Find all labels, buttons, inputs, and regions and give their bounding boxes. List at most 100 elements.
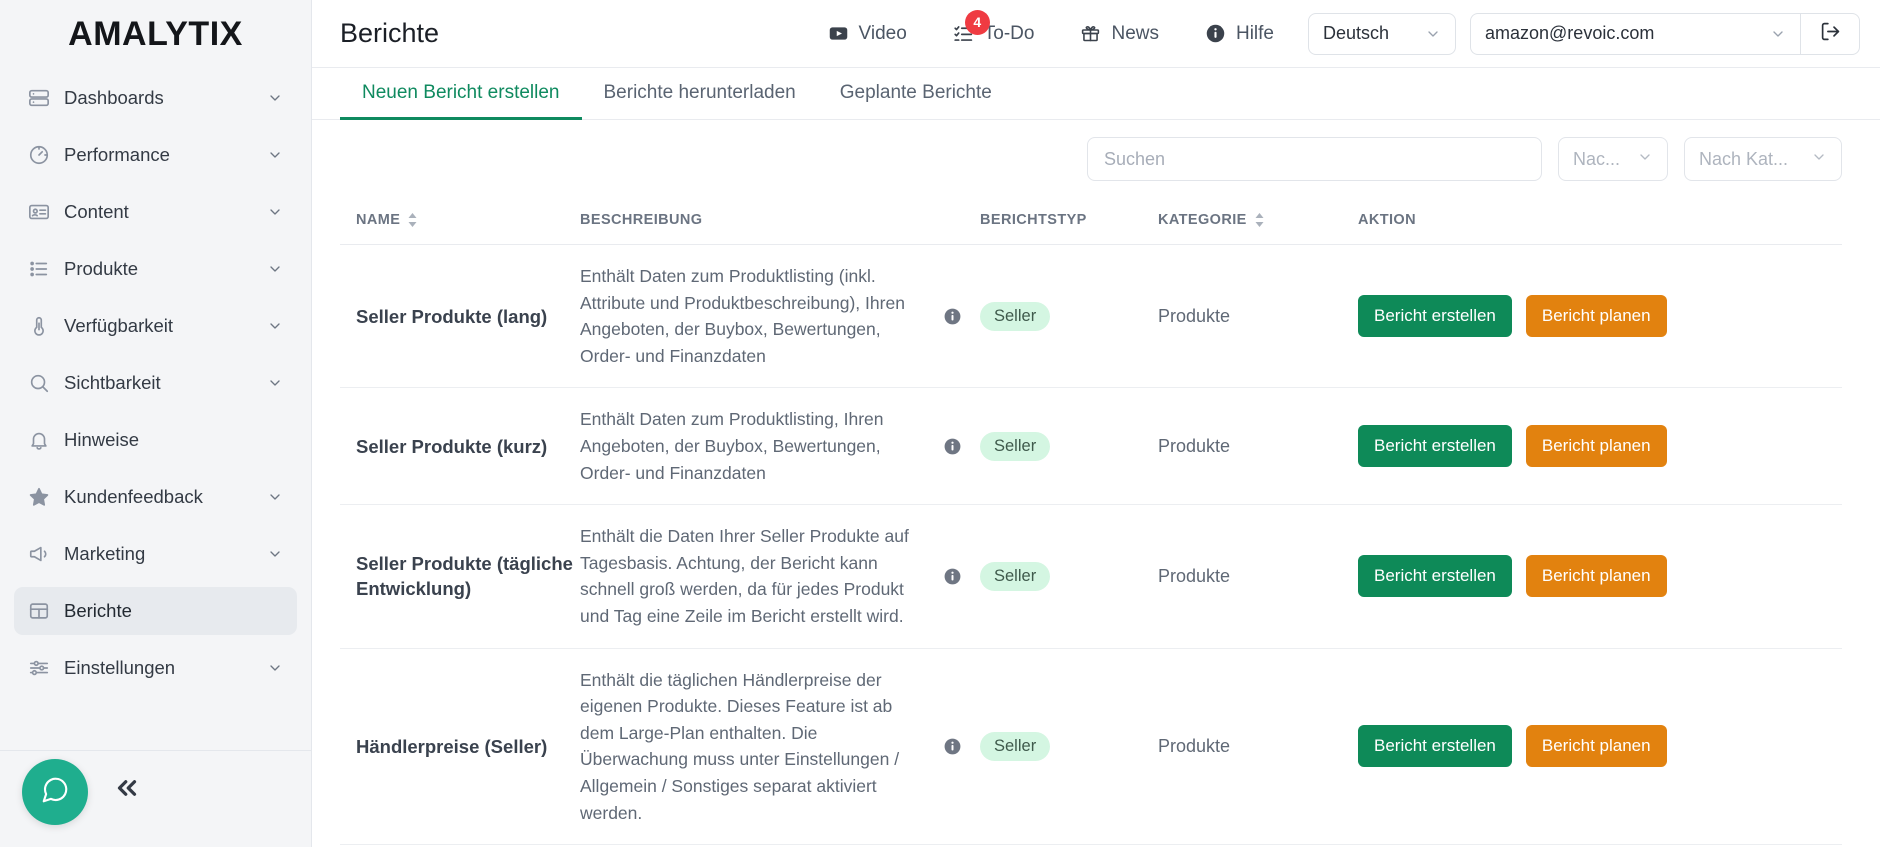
chevron-down-icon[interactable] <box>267 546 283 562</box>
column-header-label: NAME <box>356 212 401 228</box>
table-row: Seller Produkte (kurz) Enthält Daten zum … <box>340 387 1842 506</box>
sidebar-item-marketing[interactable]: Marketing <box>14 530 297 578</box>
top-link-to-do[interactable]: 4 To-Do <box>953 9 1035 45</box>
sidebar-item-verf-gbarkeit[interactable]: Verfügbarkeit <box>14 302 297 350</box>
tab-label: Neuen Bericht erstellen <box>362 81 560 103</box>
chevron-down-icon[interactable] <box>267 147 283 163</box>
notification-badge: 4 <box>964 9 990 35</box>
chevron-down-icon[interactable] <box>267 318 283 334</box>
column-header-act: AKTION <box>1358 198 1842 245</box>
sidebar-item-label: Content <box>64 201 129 222</box>
top-link-label: News <box>1111 22 1159 44</box>
sidebar-item-content[interactable]: Content <box>14 188 297 236</box>
sidebar-item-berichte[interactable]: Berichte <box>14 587 297 635</box>
create-report-button[interactable]: Bericht erstellen <box>1358 725 1512 768</box>
sidebar: AMALYTIX Dashboards Performance Content Pro… <box>0 0 312 847</box>
table-toolbar: Suchen Nac... Nach Kat... <box>312 120 1880 198</box>
cell-description: Enthält Daten zum Produktlisting, Ihren … <box>580 387 980 506</box>
create-report-button[interactable]: Bericht erstellen <box>1358 295 1512 338</box>
sidebar-item-hinweise[interactable]: Hinweise <box>14 416 297 464</box>
sidebar-item-label: Produkte <box>64 258 139 279</box>
bell-icon <box>28 429 50 451</box>
chevron-down-icon <box>1811 149 1827 170</box>
cell-report-type: Seller <box>980 648 1158 846</box>
sidebar-item-sichtbarkeit[interactable]: Sichtbarkeit <box>14 359 297 407</box>
help-chat-button[interactable] <box>22 759 88 825</box>
chevron-down-icon[interactable] <box>267 489 283 505</box>
page-title: Berichte <box>340 18 440 48</box>
create-report-button[interactable]: Bericht erstellen <box>1358 425 1512 468</box>
tab-geplante-berichte[interactable]: Geplante Berichte <box>818 68 1014 120</box>
chevron-down-icon[interactable] <box>267 90 283 106</box>
top-link-label: To-Do <box>983 22 1035 44</box>
description-text: Enthält die täglichen Händlerpreise der … <box>580 669 900 823</box>
schedule-report-button[interactable]: Bericht planen <box>1525 725 1667 768</box>
chat-bubble-icon <box>40 775 70 810</box>
language-selector[interactable]: Deutsch <box>1308 12 1456 55</box>
schedule-report-button[interactable]: Bericht planen <box>1525 555 1667 598</box>
filter-category-value: Nach Kat... <box>1699 148 1789 169</box>
chevron-down-icon[interactable] <box>267 204 283 220</box>
thermometer-icon <box>28 315 50 337</box>
info-icon[interactable] <box>943 737 962 756</box>
sidebar-item-produkte[interactable]: Produkte <box>14 245 297 293</box>
app-root: AMALYTIX Dashboards Performance Content Pro… <box>0 0 1880 847</box>
sidebar-item-performance[interactable]: Performance <box>14 131 297 179</box>
search-input[interactable]: Suchen <box>1087 137 1542 181</box>
tab-neuen-bericht-erstellen[interactable]: Neuen Bericht erstellen <box>340 68 582 120</box>
cell-report-name: Seller Produkte (lang) <box>340 244 580 389</box>
column-header-label: BESCHREIBUNG <box>580 212 703 228</box>
tab-label: Berichte herunterladen <box>603 81 796 103</box>
table-row: Händlerpreise (Seller) Enthält die täglic… <box>340 648 1842 846</box>
info-icon[interactable] <box>943 437 962 456</box>
column-header-cat[interactable]: KATEGORIE <box>1158 198 1358 245</box>
sort-arrows-icon[interactable] <box>1254 212 1265 228</box>
schedule-report-button[interactable]: Bericht planen <box>1525 295 1667 338</box>
column-header-type: BERICHTSTYP <box>980 198 1158 245</box>
video-icon <box>828 23 849 44</box>
column-header-name[interactable]: NAME <box>340 198 580 245</box>
filter-by-category-select[interactable]: Nach Kat... <box>1684 137 1842 181</box>
chevron-down-icon[interactable] <box>267 261 283 277</box>
top-link-video[interactable]: Video <box>828 23 907 45</box>
sidebar-item-dashboards[interactable]: Dashboards <box>14 74 297 122</box>
list-icon <box>28 258 50 280</box>
create-report-button[interactable]: Bericht erstellen <box>1358 555 1512 598</box>
sidebar-item-einstellungen[interactable]: Einstellungen <box>14 644 297 692</box>
logout-icon <box>1820 21 1841 47</box>
logout-button[interactable] <box>1800 12 1860 55</box>
sidebar-item-label: Dashboards <box>64 87 164 108</box>
cell-category: Produkte <box>1158 648 1358 846</box>
cell-description: Enthält die Daten Ihrer Seller Produkte … <box>580 504 980 649</box>
search-placeholder: Suchen <box>1104 148 1166 169</box>
sidebar-item-label: Kundenfeedback <box>64 486 203 507</box>
sort-arrows-icon[interactable] <box>407 212 418 228</box>
account-selector[interactable]: amazon@revoic.com <box>1470 12 1800 55</box>
sidebar-divider <box>0 750 311 751</box>
cell-report-type: Seller <box>980 244 1158 389</box>
top-link-news[interactable]: News <box>1080 23 1159 45</box>
filter-by-type-select[interactable]: Nac... <box>1558 137 1668 181</box>
sidebar-item-kundenfeedback[interactable]: Kundenfeedback <box>14 473 297 521</box>
table-icon <box>28 600 50 622</box>
double-chevron-left-icon <box>112 780 142 807</box>
tab-berichte-herunterladen[interactable]: Berichte herunterladen <box>582 68 818 120</box>
cell-category: Produkte <box>1158 504 1358 649</box>
reports-table: NAME BESCHREIBUNG BERICHTSTYP KATEGORIE AKTI… <box>340 198 1842 847</box>
chevron-down-icon[interactable] <box>267 375 283 391</box>
schedule-report-button[interactable]: Bericht planen <box>1525 425 1667 468</box>
top-links: Video 4 To-Do News Hilfe <box>828 9 1274 45</box>
cell-category: Produkte <box>1158 244 1358 389</box>
status-badge: Seller <box>980 731 1051 761</box>
top-link-hilfe[interactable]: Hilfe <box>1205 23 1274 45</box>
info-icon[interactable] <box>943 307 962 326</box>
table-row: Seller Produkte (lang) Enthält Daten zum … <box>340 244 1842 389</box>
sidebar-item-label: Einstellungen <box>64 657 176 678</box>
gift-icon <box>1080 23 1101 44</box>
status-badge: Seller <box>980 431 1051 461</box>
reports-table-container: NAME BESCHREIBUNG BERICHTSTYP KATEGORIE AKTI… <box>312 198 1880 847</box>
info-icon[interactable] <box>943 567 962 586</box>
chevron-down-icon[interactable] <box>267 660 283 676</box>
sidebar-collapse-button[interactable] <box>112 773 142 803</box>
description-text: Enthält Daten zum Produktlisting, Ihren … <box>580 409 884 483</box>
